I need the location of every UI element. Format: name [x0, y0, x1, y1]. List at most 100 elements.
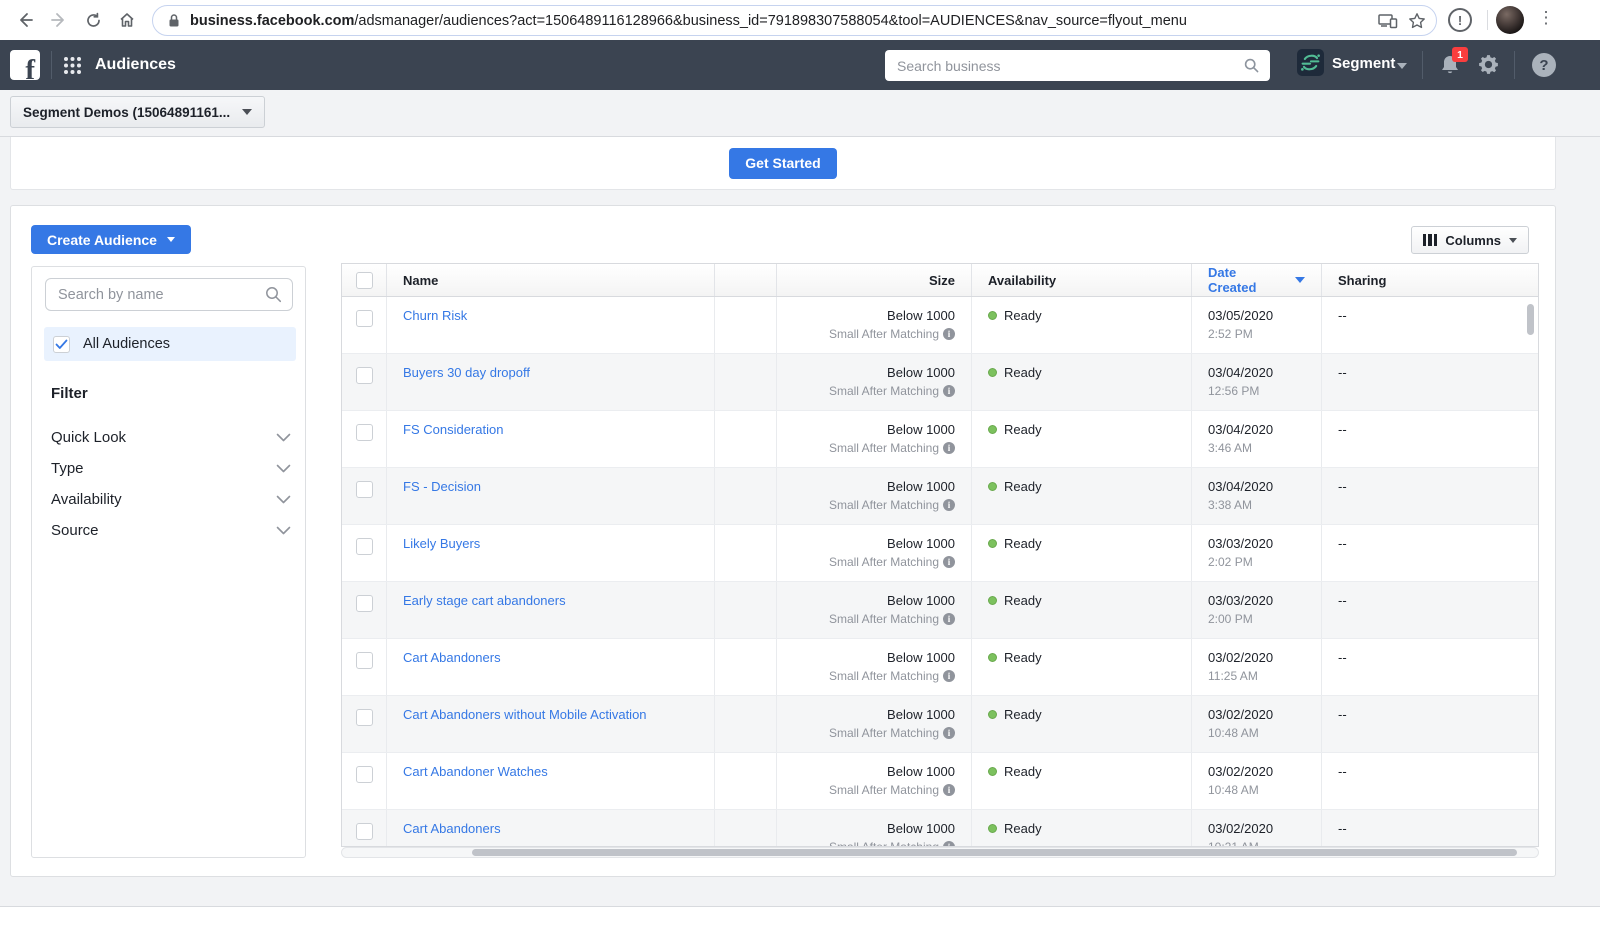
audience-name-link[interactable]: FS Consideration [403, 422, 503, 437]
sharing-value: -- [1338, 707, 1347, 722]
url-bar[interactable]: business.facebook.com/adsmanager/audienc… [152, 5, 1437, 36]
horizontal-scrollbar[interactable] [341, 847, 1539, 858]
status-dot [988, 539, 997, 548]
info-icon[interactable]: i [943, 385, 955, 397]
back-icon[interactable] [8, 3, 42, 37]
row-checkbox[interactable] [356, 652, 373, 669]
header-name[interactable]: Name [387, 264, 715, 296]
info-icon[interactable]: i [943, 442, 955, 454]
ad-account-selector[interactable]: Segment Demos (15064891161... [10, 96, 265, 128]
segment-logo[interactable] [1297, 49, 1324, 76]
row-checkbox[interactable] [356, 310, 373, 327]
table-row: Likely Buyers Below 1000 Small After Mat… [342, 525, 1538, 582]
select-all-checkbox[interactable] [356, 272, 373, 289]
create-audience-button[interactable]: Create Audience [31, 225, 191, 254]
get-started-button[interactable]: Get Started [729, 148, 836, 179]
status-dot [988, 710, 997, 719]
row-checkbox[interactable] [356, 424, 373, 441]
padlock-icon [167, 13, 181, 28]
status-dot [988, 824, 997, 833]
notifications-bell-icon[interactable]: 1 [1438, 53, 1464, 79]
audience-size: Below 1000 [793, 650, 955, 665]
cast-icon[interactable] [1378, 13, 1398, 29]
sharing-value: -- [1338, 650, 1347, 665]
info-icon[interactable]: i [943, 727, 955, 739]
name-search-field [45, 278, 293, 311]
horizontal-scrollbar-thumb[interactable] [472, 849, 1517, 856]
filter-type[interactable]: Type [51, 456, 291, 480]
forward-icon[interactable] [42, 3, 76, 37]
audiences-table: Name Size Availability Date Created Shar… [341, 263, 1539, 847]
business-search-input[interactable] [885, 58, 1232, 74]
help-icon[interactable]: ? [1532, 53, 1556, 77]
filter-availability[interactable]: Availability [51, 487, 291, 511]
info-icon[interactable]: i [943, 499, 955, 511]
time-created: 10:21 AM [1208, 840, 1259, 847]
availability-status: Ready [1004, 536, 1042, 551]
audience-name-link[interactable]: FS - Decision [403, 479, 481, 494]
facebook-logo[interactable]: f [10, 50, 40, 80]
settings-gear-icon[interactable] [1476, 52, 1501, 77]
info-icon[interactable]: i [943, 613, 955, 625]
status-dot [988, 653, 997, 662]
row-checkbox[interactable] [356, 709, 373, 726]
name-search-input[interactable] [58, 287, 265, 303]
row-checkbox[interactable] [356, 538, 373, 555]
header-size[interactable]: Size [777, 264, 972, 296]
info-icon[interactable]: i [943, 784, 955, 796]
filter-quick-look[interactable]: Quick Look [51, 425, 291, 449]
table-row: Cart Abandoner Watches Below 1000 Small … [342, 753, 1538, 810]
date-created: 03/04/2020 [1208, 479, 1305, 494]
info-icon[interactable]: i [943, 670, 955, 682]
ad-account-label: Segment Demos (15064891161... [23, 105, 230, 120]
header-date-created[interactable]: Date Created [1192, 264, 1322, 296]
chevron-down-icon [276, 433, 291, 442]
row-checkbox[interactable] [356, 367, 373, 384]
audience-name-link[interactable]: Cart Abandoners [403, 650, 501, 665]
time-created: 10:48 AM [1208, 783, 1259, 797]
all-audiences-toggle[interactable]: All Audiences [44, 327, 296, 361]
navbar-divider [1422, 51, 1423, 79]
audience-name-link[interactable]: Churn Risk [403, 308, 467, 323]
sharing-value: -- [1338, 536, 1347, 551]
browser-menu-icon[interactable]: ⋮ [1536, 8, 1556, 32]
columns-icon [1423, 234, 1438, 246]
sort-descending-icon [1295, 277, 1305, 283]
sharing-value: -- [1338, 821, 1347, 836]
audience-name-link[interactable]: Cart Abandoner Watches [403, 764, 548, 779]
header-sharing[interactable]: Sharing [1322, 264, 1538, 296]
apps-grid-icon[interactable] [63, 56, 82, 75]
business-name[interactable]: Segment [1332, 55, 1395, 72]
chevron-down-icon [276, 495, 291, 504]
audience-name-link[interactable]: Likely Buyers [403, 536, 480, 551]
home-icon[interactable] [110, 3, 144, 37]
search-icon[interactable] [1232, 58, 1270, 73]
sharing-value: -- [1338, 422, 1347, 437]
business-caret-icon[interactable] [1397, 63, 1407, 69]
filter-source[interactable]: Source [51, 518, 291, 542]
extension-icon[interactable]: ! [1448, 8, 1472, 32]
audience-name-link[interactable]: Cart Abandoners [403, 821, 501, 836]
browser-profile-avatar[interactable] [1496, 6, 1524, 34]
bookmark-star-icon[interactable] [1408, 12, 1426, 30]
table-row: Cart Abandoners Below 1000 Small After M… [342, 810, 1538, 847]
vertical-scrollbar-thumb[interactable] [1527, 304, 1534, 335]
info-icon[interactable]: i [943, 328, 955, 340]
audience-name-link[interactable]: Cart Abandoners without Mobile Activatio… [403, 707, 647, 722]
columns-button[interactable]: Columns [1411, 226, 1529, 254]
row-checkbox[interactable] [356, 595, 373, 612]
sharing-value: -- [1338, 479, 1347, 494]
info-icon[interactable]: i [943, 556, 955, 568]
row-checkbox[interactable] [356, 481, 373, 498]
reload-icon[interactable] [76, 3, 110, 37]
row-checkbox[interactable] [356, 766, 373, 783]
all-audiences-checkbox[interactable] [53, 336, 70, 353]
audience-name-link[interactable]: Early stage cart abandoners [403, 593, 566, 608]
audience-name-link[interactable]: Buyers 30 day dropoff [403, 365, 530, 380]
header-availability[interactable]: Availability [972, 264, 1192, 296]
size-note: Small After Matching [829, 726, 939, 740]
table-row: Churn Risk Below 1000 Small After Matchi… [342, 297, 1538, 354]
search-icon [265, 286, 282, 303]
row-checkbox[interactable] [356, 823, 373, 840]
availability-status: Ready [1004, 650, 1042, 665]
